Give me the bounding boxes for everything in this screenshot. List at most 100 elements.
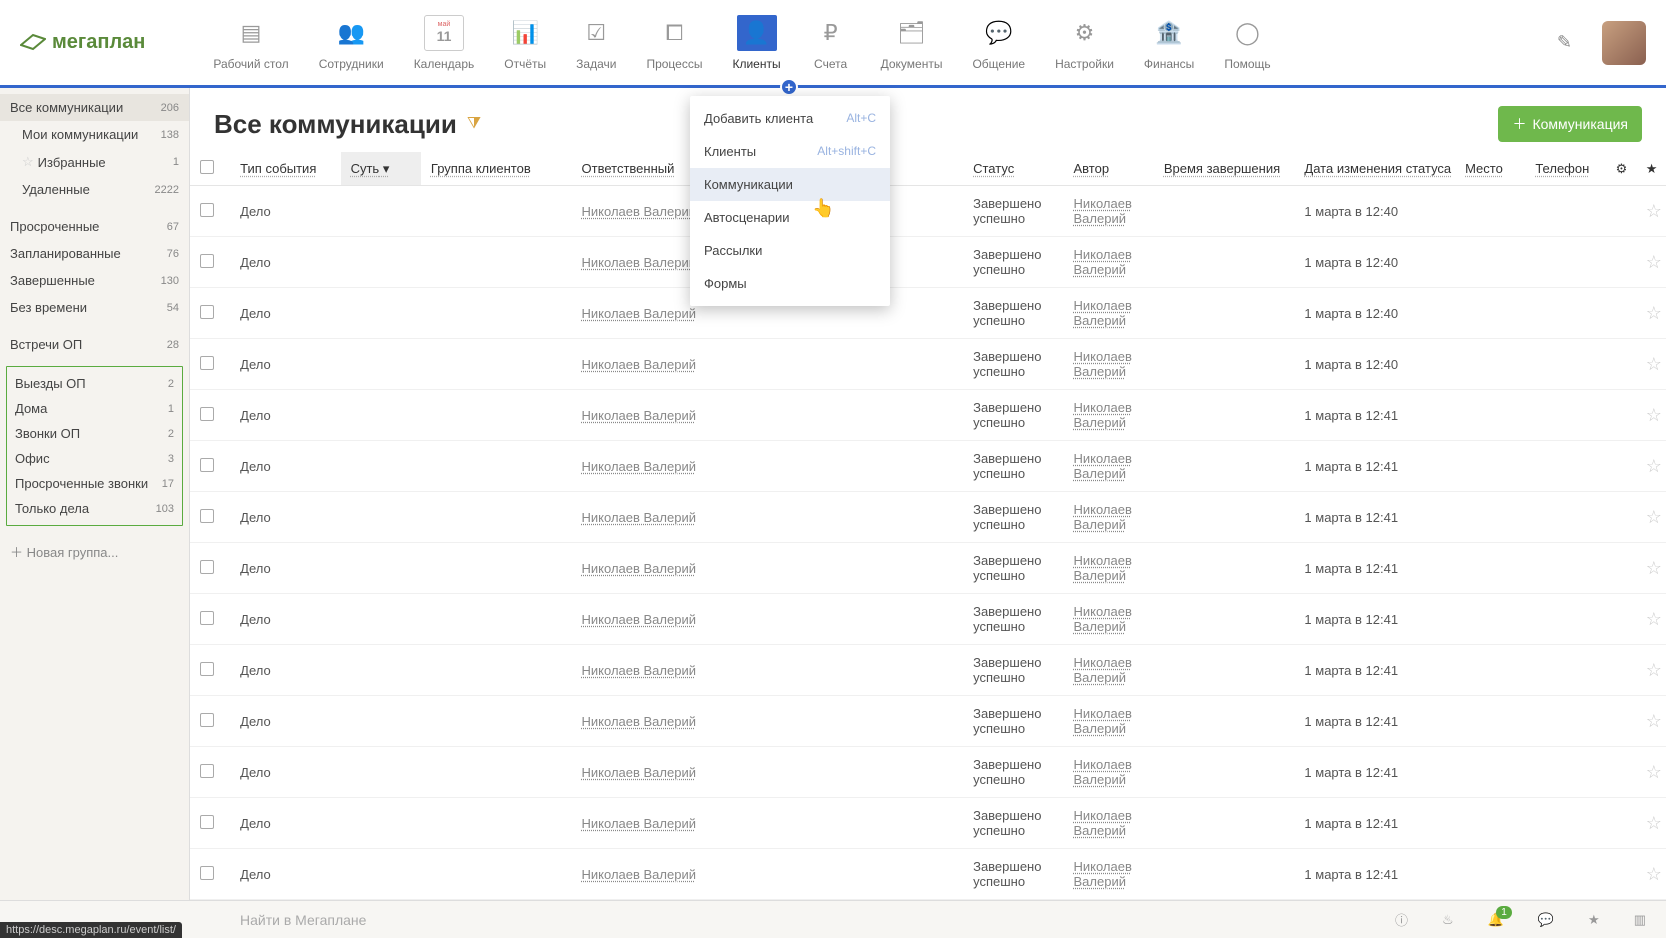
filter-icon[interactable]: ⧩ <box>467 115 481 133</box>
add-communication-button[interactable]: ＋ Коммуникация <box>1498 106 1642 142</box>
responsible-link[interactable]: Николаев Валерий <box>582 510 696 525</box>
table-row[interactable]: ДелоНиколаев ВалерийЗавершено успешноНик… <box>190 645 1666 696</box>
sidebar-item[interactable]: ☆Избранные1 <box>0 148 189 176</box>
gear-icon[interactable]: ⚙ <box>1606 152 1636 186</box>
sidebar-item[interactable]: Выезды ОП2 <box>7 371 182 396</box>
nav-Клиенты[interactable]: 👤Клиенты <box>724 11 788 75</box>
author-link[interactable]: Николаев Валерий <box>1074 655 1132 685</box>
row-checkbox[interactable] <box>200 305 214 319</box>
col-status-date[interactable]: Дата изменения статуса <box>1294 152 1455 186</box>
nav-Документы[interactable]: 🗂Документы <box>873 11 951 75</box>
responsible-link[interactable]: Николаев Валерий <box>582 765 696 780</box>
star-icon[interactable]: ☆ <box>1646 252 1662 272</box>
sidebar-item[interactable]: Запланированные76 <box>0 240 189 267</box>
author-link[interactable]: Николаев Валерий <box>1074 400 1132 430</box>
sidebar-item[interactable]: Завершенные130 <box>0 267 189 294</box>
row-checkbox[interactable] <box>200 407 214 421</box>
col-subject[interactable]: Суть ▾ <box>341 152 421 186</box>
table-row[interactable]: ДелоНиколаев ВалерийЗавершено успешноНик… <box>190 492 1666 543</box>
responsible-link[interactable]: Николаев Валерий <box>582 612 696 627</box>
nav-Рабочий стол[interactable]: ▤Рабочий стол <box>205 11 296 75</box>
col-status[interactable]: Статус <box>963 152 1063 186</box>
author-link[interactable]: Николаев Валерий <box>1074 553 1132 583</box>
row-checkbox[interactable] <box>200 560 214 574</box>
fire-icon[interactable]: ♨ <box>1442 912 1454 928</box>
star-icon[interactable]: ☆ <box>1646 405 1662 425</box>
author-link[interactable]: Николаев Валерий <box>1074 859 1132 889</box>
star-footer-icon[interactable]: ★ <box>1588 912 1600 928</box>
dropdown-item[interactable]: КлиентыAlt+shift+C <box>690 135 890 168</box>
table-row[interactable]: ДелоНиколаев ВалерийЗавершено успешноНик… <box>190 594 1666 645</box>
star-icon[interactable]: ☆ <box>1646 507 1662 527</box>
book-icon[interactable]: ▥ <box>1634 912 1646 928</box>
sidebar-item[interactable]: Офис3 <box>7 446 182 471</box>
nav-Финансы[interactable]: 🏦Финансы <box>1136 11 1202 75</box>
row-checkbox[interactable] <box>200 611 214 625</box>
responsible-link[interactable]: Николаев Валерий <box>582 459 696 474</box>
table-row[interactable]: ДелоНиколаев ВалерийЗавершено успешноНик… <box>190 186 1666 237</box>
star-icon[interactable]: ☆ <box>1646 762 1662 782</box>
table-row[interactable]: ДелоНиколаев ВалерийЗавершено успешноНик… <box>190 696 1666 747</box>
star-icon[interactable]: ☆ <box>1646 456 1662 476</box>
table-row[interactable]: ДелоНиколаев ВалерийЗавершено успешноНик… <box>190 237 1666 288</box>
dropdown-item[interactable]: Добавить клиентаAlt+C <box>690 102 890 135</box>
sidebar-item[interactable]: Мои коммуникации138 <box>0 121 189 148</box>
sidebar-item[interactable]: Дома1 <box>7 396 182 421</box>
sidebar-item[interactable]: Встречи ОП28 <box>0 331 189 358</box>
sidebar-item[interactable]: Без времени54 <box>0 294 189 321</box>
table-row[interactable]: ДелоНиколаев ВалерийЗавершено успешноНик… <box>190 441 1666 492</box>
author-link[interactable]: Николаев Валерий <box>1074 247 1132 277</box>
sidebar-item[interactable]: Все коммуникации206 <box>0 94 189 121</box>
col-phone[interactable]: Телефон <box>1525 152 1605 186</box>
logo[interactable]: мегаплан <box>20 31 145 54</box>
row-checkbox[interactable] <box>200 713 214 727</box>
sidebar-item[interactable]: Звонки ОП2 <box>7 421 182 446</box>
sidebar-add-group[interactable]: ＋ Новая группа... <box>0 534 189 569</box>
table-row[interactable]: ДелоНиколаев ВалерийЗавершено успешноНик… <box>190 747 1666 798</box>
star-icon[interactable]: ☆ <box>1646 711 1662 731</box>
star-icon[interactable]: ☆ <box>1646 864 1662 884</box>
nav-Отчёты[interactable]: 📊Отчёты <box>496 11 554 75</box>
responsible-link[interactable]: Николаев Валерий <box>582 816 696 831</box>
table-row[interactable]: ДелоНиколаев ВалерийЗавершено успешноНик… <box>190 339 1666 390</box>
table-row[interactable]: ДелоНиколаев ВалерийЗавершено успешноНик… <box>190 543 1666 594</box>
dropdown-item[interactable]: Автосценарии <box>690 201 890 234</box>
row-checkbox[interactable] <box>200 356 214 370</box>
responsible-link[interactable]: Николаев Валерий <box>582 867 696 882</box>
select-all-checkbox[interactable] <box>200 160 214 174</box>
nav-Процессы[interactable]: ⧠Процессы <box>638 11 710 75</box>
star-icon[interactable]: ☆ <box>1646 303 1662 323</box>
dropdown-item[interactable]: Формы <box>690 267 890 300</box>
sidebar-item[interactable]: Просроченные звонки17 <box>7 471 182 496</box>
responsible-link[interactable]: Николаев Валерий <box>582 306 696 321</box>
author-link[interactable]: Николаев Валерий <box>1074 706 1132 736</box>
nav-Задачи[interactable]: ☑Задачи <box>568 11 624 75</box>
table-row[interactable]: ДелоНиколаев ВалерийЗавершено успешноНик… <box>190 288 1666 339</box>
star-icon[interactable]: ☆ <box>1646 813 1662 833</box>
row-checkbox[interactable] <box>200 509 214 523</box>
responsible-link[interactable]: Николаев Валерий <box>582 663 696 678</box>
table-row[interactable]: ДелоНиколаев ВалерийЗавершено успешноНик… <box>190 390 1666 441</box>
star-icon[interactable]: ☆ <box>1646 660 1662 680</box>
responsible-link[interactable]: Николаев Валерий <box>582 204 696 219</box>
responsible-link[interactable]: Николаев Валерий <box>582 561 696 576</box>
chat-icon[interactable]: 💬 <box>1538 912 1554 928</box>
row-checkbox[interactable] <box>200 254 214 268</box>
col-group[interactable]: Группа клиентов <box>421 152 572 186</box>
col-author[interactable]: Автор <box>1064 152 1154 186</box>
author-link[interactable]: Николаев Валерий <box>1074 502 1132 532</box>
col-place[interactable]: Место <box>1455 152 1525 186</box>
nav-Сотрудники[interactable]: 👥Сотрудники <box>311 11 392 75</box>
star-icon[interactable]: ☆ <box>1646 354 1662 374</box>
responsible-link[interactable]: Николаев Валерий <box>582 408 696 423</box>
row-checkbox[interactable] <box>200 662 214 676</box>
nav-plus-badge[interactable]: + <box>780 78 798 96</box>
star-col-icon[interactable]: ★ <box>1636 152 1666 186</box>
dropdown-item[interactable]: Рассылки <box>690 234 890 267</box>
sidebar-item[interactable]: Только дела103 <box>7 496 182 521</box>
author-link[interactable]: Николаев Валерий <box>1074 808 1132 838</box>
col-type[interactable]: Тип события <box>230 152 340 186</box>
sidebar-item[interactable]: Просроченные67 <box>0 213 189 240</box>
star-icon[interactable]: ☆ <box>1646 558 1662 578</box>
author-link[interactable]: Николаев Валерий <box>1074 604 1132 634</box>
